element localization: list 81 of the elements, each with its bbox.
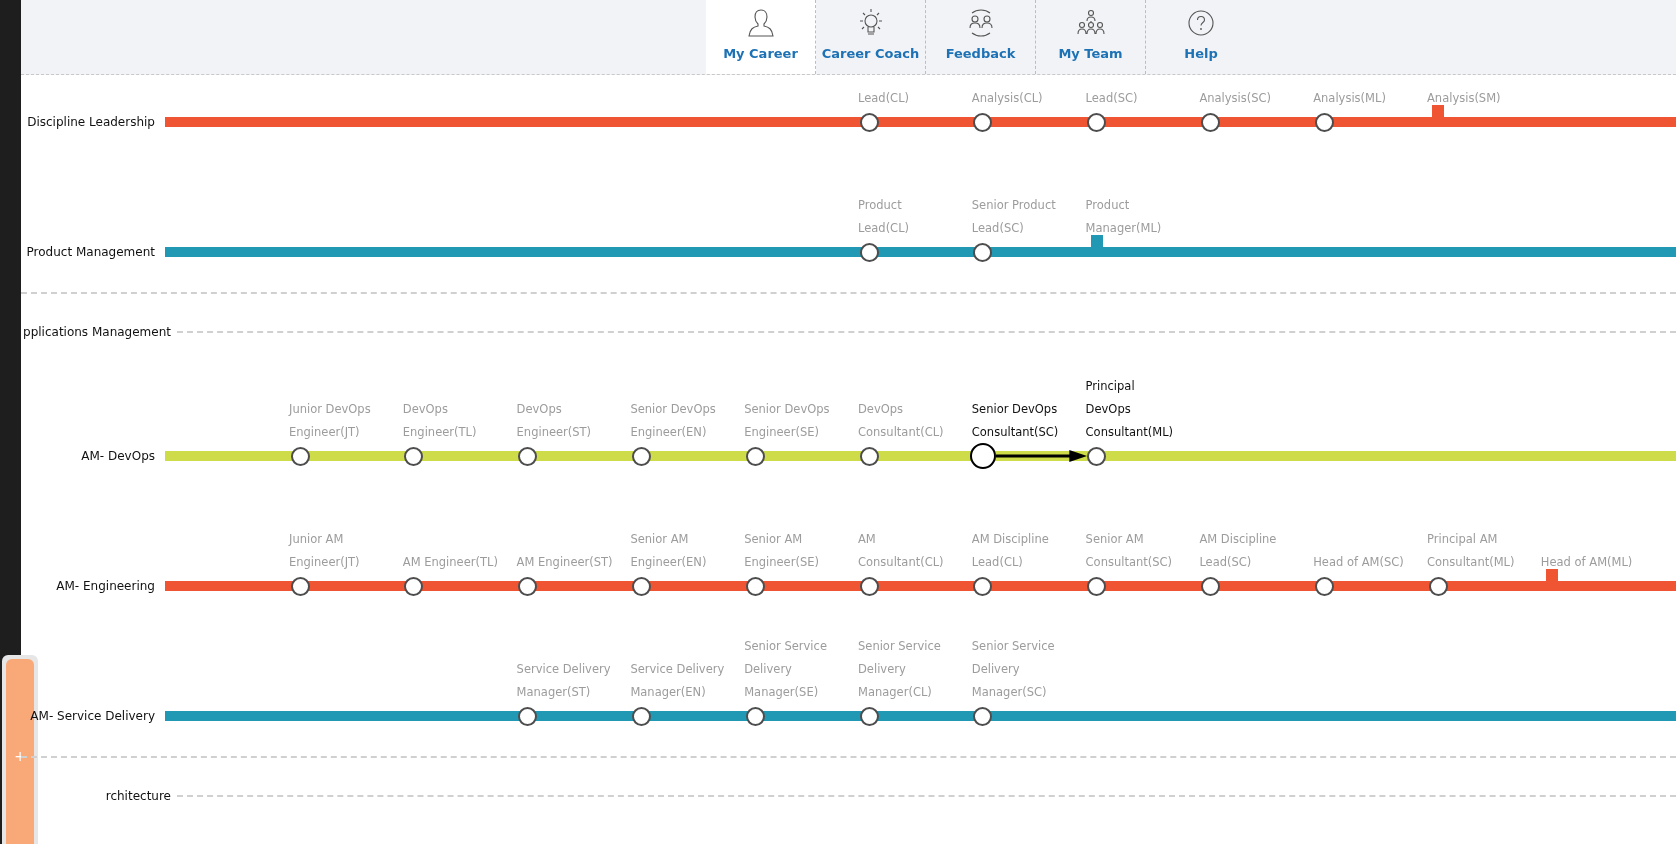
role-label: DevOps Consultant(CL)	[858, 401, 944, 441]
role-node[interactable]	[1314, 112, 1334, 132]
role-node[interactable]	[290, 576, 310, 596]
track-label: Product Management	[26, 244, 156, 261]
role-node[interactable]	[518, 446, 538, 466]
role-node[interactable]	[973, 706, 993, 726]
nav-tab[interactable]: Help	[1146, 0, 1256, 74]
group-heading: rchitecture	[105, 788, 171, 805]
nav-tab[interactable]: Career Coach	[816, 0, 926, 74]
level-marker	[1545, 569, 1558, 581]
role-label: Senior DevOps Engineer(EN)	[630, 401, 716, 441]
role-label: Senior AM Consultant(SC)	[1085, 531, 1173, 571]
role-node[interactable]	[1428, 576, 1448, 596]
role-node[interactable]	[859, 576, 879, 596]
role-node[interactable]	[631, 706, 651, 726]
nav-tab[interactable]: Feedback	[926, 0, 1036, 74]
role-node[interactable]	[973, 112, 993, 132]
role-node[interactable]	[631, 446, 651, 466]
role-label: Senior AM Engineer(SE)	[744, 531, 819, 571]
role-label: Analysis(ML)	[1313, 90, 1386, 107]
role-label: AM Consultant(CL)	[858, 531, 944, 571]
role-node[interactable]	[1200, 576, 1220, 596]
role-label: Product Manager(ML)	[1085, 197, 1162, 237]
role-label: Principal DevOps Consultant(ML)	[1085, 378, 1174, 441]
role-label: Head of AM(ML)	[1540, 554, 1633, 571]
role-label: Junior DevOps Engineer(JT)	[289, 401, 371, 441]
help-icon	[1186, 8, 1216, 38]
group-heading: pplications Management	[23, 324, 171, 341]
role-label: Senior DevOps Engineer(SE)	[744, 401, 830, 441]
role-label: Senior DevOps Consultant(SC)	[971, 401, 1059, 441]
role-node[interactable]	[404, 446, 424, 466]
role-node[interactable]	[859, 706, 879, 726]
role-node[interactable]	[1087, 576, 1107, 596]
role-node[interactable]	[745, 446, 765, 466]
role-label: DevOps Engineer(ST)	[516, 401, 592, 441]
nav-tab[interactable]: My Career	[706, 0, 816, 74]
role-label: Head of AM(SC)	[1313, 554, 1404, 571]
role-node[interactable]	[1087, 112, 1107, 132]
level-marker	[1432, 105, 1444, 117]
role-label: Lead(CL)	[858, 90, 910, 107]
role-label: Service Delivery Manager(EN)	[630, 661, 725, 701]
role-label: AM Discipline Lead(SC)	[1199, 531, 1277, 571]
role-node[interactable]	[745, 576, 765, 596]
role-label: Analysis(SC)	[1199, 90, 1272, 107]
role-node[interactable]	[1200, 112, 1220, 132]
role-label: Service Delivery Manager(ST)	[516, 661, 611, 701]
role-node[interactable]	[859, 242, 879, 262]
level-marker	[1090, 235, 1103, 247]
role-label: Analysis(CL)	[971, 90, 1043, 107]
role-node[interactable]	[1087, 446, 1107, 466]
role-label: Principal AM Consultant(ML)	[1427, 531, 1515, 571]
role-label: Analysis(SM)	[1427, 90, 1501, 107]
person-icon	[747, 8, 774, 38]
role-node[interactable]	[969, 443, 996, 469]
role-label: DevOps Engineer(TL)	[402, 401, 477, 441]
role-node[interactable]	[973, 576, 993, 596]
role-node[interactable]	[518, 706, 538, 726]
role-label: Senior Service Delivery Manager(SE)	[744, 638, 827, 701]
role-label: Lead(SC)	[1085, 90, 1138, 107]
role-label: Senior AM Engineer(EN)	[630, 531, 707, 571]
track-label: AM- Engineering	[56, 578, 156, 595]
role-label: Product Lead(CL)	[858, 197, 910, 237]
role-label: Junior AM Engineer(JT)	[289, 531, 360, 571]
role-node[interactable]	[859, 112, 879, 132]
role-label: Senior Service Delivery Manager(CL)	[858, 638, 941, 701]
role-label: Senior Product Lead(SC)	[971, 197, 1056, 237]
role-label: AM Engineer(TL)	[402, 554, 498, 571]
track-label: Discipline Leadership	[27, 114, 156, 131]
role-label: AM Engineer(ST)	[516, 554, 613, 571]
nav-tab[interactable]: My Team	[1036, 0, 1146, 74]
role-node[interactable]	[631, 576, 651, 596]
role-label: Senior Service Delivery Manager(SC)	[971, 638, 1055, 701]
role-node[interactable]	[745, 706, 765, 726]
role-node[interactable]	[404, 576, 424, 596]
role-node[interactable]	[859, 446, 879, 466]
role-label: AM Discipline Lead(CL)	[971, 531, 1049, 571]
role-node[interactable]	[973, 242, 993, 262]
role-node[interactable]	[290, 446, 310, 466]
role-node[interactable]	[518, 576, 538, 596]
role-node[interactable]	[1314, 576, 1334, 596]
track-label: AM- DevOps	[81, 448, 156, 465]
